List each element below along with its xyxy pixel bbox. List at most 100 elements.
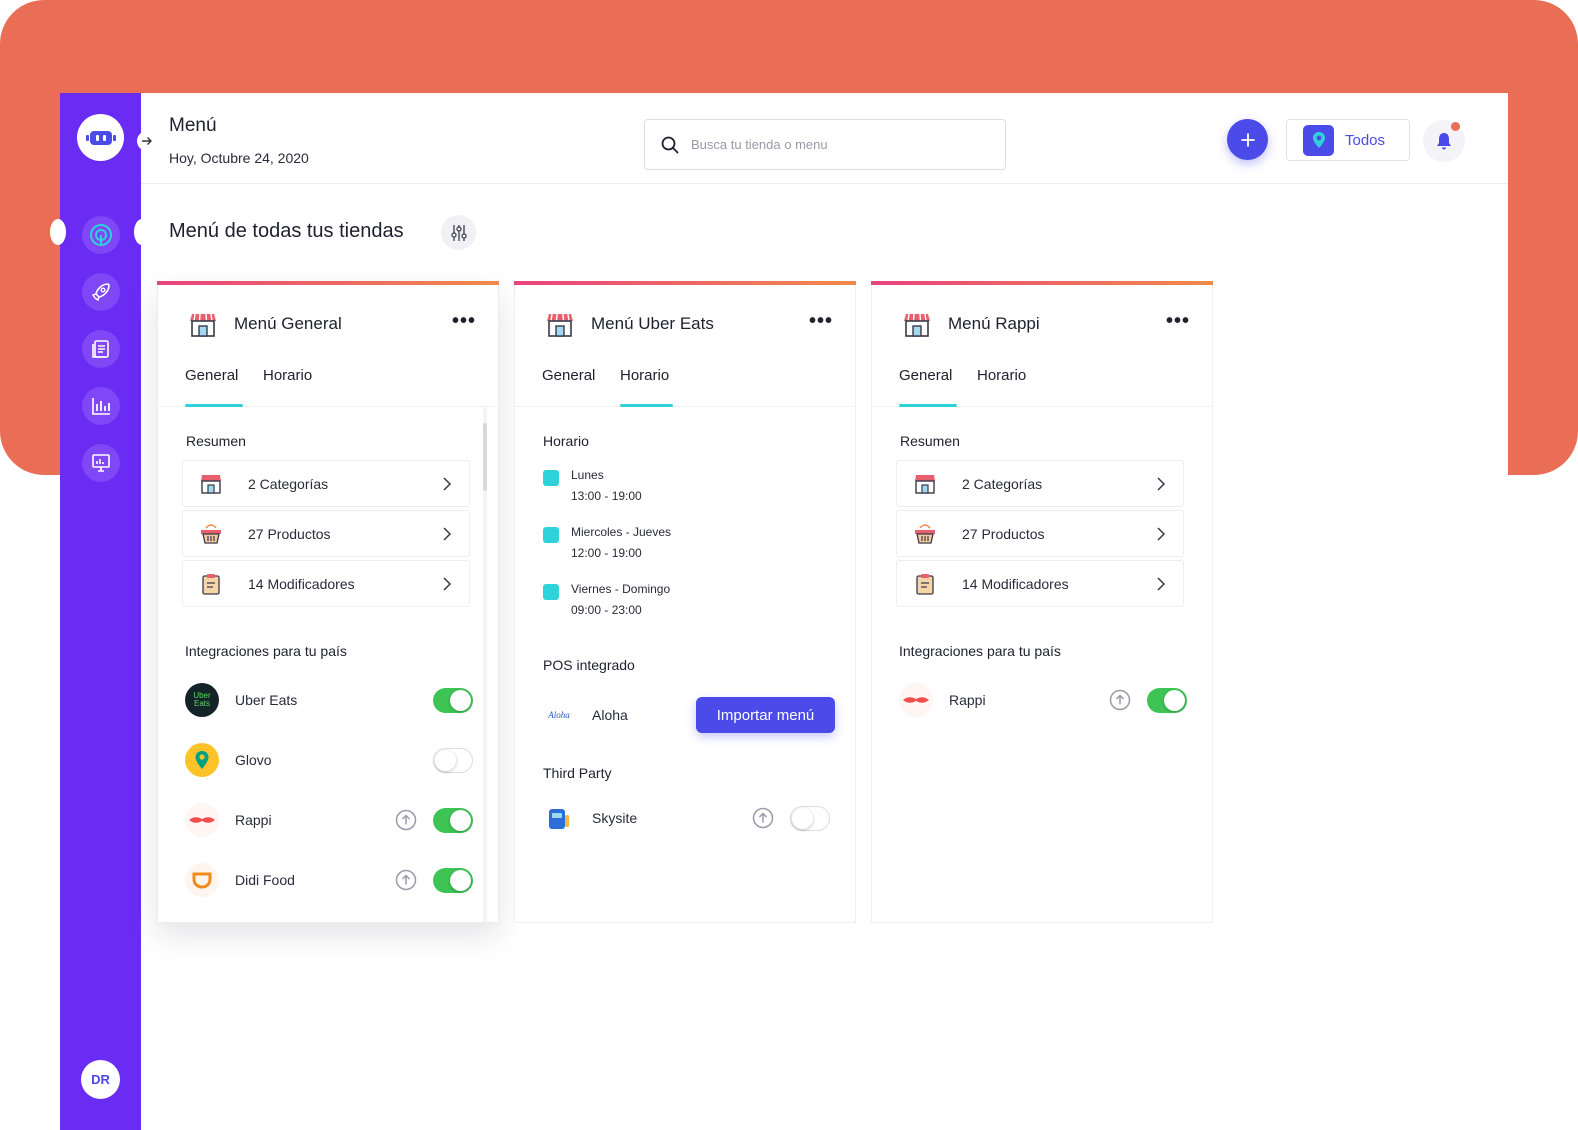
integration-row-rappi: Rappi xyxy=(185,802,473,838)
sidebar-item-dashboard[interactable] xyxy=(82,216,120,254)
schedule-day: Lunes xyxy=(571,468,604,482)
rappi-logo-icon xyxy=(899,683,933,717)
integration-toggle[interactable] xyxy=(1147,687,1187,713)
sliders-icon xyxy=(450,224,467,241)
didi-food-logo-icon xyxy=(185,863,219,897)
user-avatar[interactable]: DR xyxy=(81,1060,120,1099)
summary-row-modifiers[interactable]: 14 Modificadores xyxy=(182,560,470,607)
chart-icon xyxy=(92,398,110,415)
import-menu-button[interactable]: Importar menú xyxy=(696,697,835,733)
integration-name: Didi Food xyxy=(235,872,295,888)
card-accent-bar xyxy=(514,281,856,285)
dashboard-icon xyxy=(90,224,112,246)
app-logo[interactable] xyxy=(77,114,124,161)
summary-label: 27 Productos xyxy=(248,525,331,542)
chevron-right-icon xyxy=(1157,476,1166,491)
summary-row-categories[interactable]: 2 Categorías xyxy=(896,460,1184,507)
integration-toggle[interactable] xyxy=(433,807,473,833)
more-options-icon[interactable]: ••• xyxy=(809,310,833,333)
expand-sidebar-button[interactable] xyxy=(137,131,157,151)
presentation-icon xyxy=(92,454,110,472)
sidebar-item-menu[interactable] xyxy=(82,330,120,368)
integration-name: Rappi xyxy=(235,812,272,828)
store-icon xyxy=(547,313,573,337)
card-menu-uber-eats: Menú Uber Eats ••• General Horario Horar… xyxy=(514,281,856,923)
page-title: Menú xyxy=(169,115,217,136)
bell-icon xyxy=(1437,133,1451,150)
integration-toggle[interactable] xyxy=(433,747,473,773)
card-title: Menú Uber Eats xyxy=(591,314,714,333)
active-tab-indicator xyxy=(899,404,957,407)
schedule-time: 12:00 - 19:00 xyxy=(571,546,642,560)
store-filter-label: Todos xyxy=(1345,131,1386,149)
scrollbar[interactable] xyxy=(483,407,487,922)
glovo-logo-icon xyxy=(185,743,219,777)
summary-row-products[interactable]: 27 Productos xyxy=(182,510,470,557)
summary-label: 14 Modificadores xyxy=(962,575,1069,592)
store-icon xyxy=(201,474,221,494)
notifications-button[interactable] xyxy=(1423,120,1465,162)
third-party-title: Third Party xyxy=(543,765,612,781)
summary-title: Resumen xyxy=(186,433,246,449)
skysite-logo-icon xyxy=(542,801,576,835)
tab-horario[interactable]: Horario xyxy=(977,367,1026,384)
schedule-title: Horario xyxy=(543,433,589,449)
search-box[interactable] xyxy=(644,119,1006,170)
upload-icon[interactable] xyxy=(395,809,417,831)
integration-toggle[interactable] xyxy=(433,687,473,713)
card-menu-general: Menú General ••• General Horario Resumen… xyxy=(157,281,499,923)
store-icon xyxy=(190,313,216,337)
more-options-icon[interactable]: ••• xyxy=(452,310,476,333)
schedule-time: 09:00 - 23:00 xyxy=(571,603,642,617)
chevron-right-icon xyxy=(1157,576,1166,591)
card-accent-bar xyxy=(871,281,1213,285)
filter-settings-button[interactable] xyxy=(441,215,476,250)
card-title: Menú Rappi xyxy=(948,314,1040,333)
schedule-day: Miercoles - Jueves xyxy=(571,525,672,539)
active-indicator-right xyxy=(134,219,150,245)
chevron-right-icon xyxy=(443,476,452,491)
tab-general[interactable]: General xyxy=(542,367,595,384)
summary-label: 2 Categorías xyxy=(962,475,1043,492)
schedule-time: 13:00 - 19:00 xyxy=(571,489,642,503)
card-title: Menú General xyxy=(234,314,342,333)
rocket-icon xyxy=(91,283,110,302)
store-filter-button[interactable]: Todos xyxy=(1286,119,1410,161)
clipboard-icon xyxy=(202,573,220,595)
summary-row-products[interactable]: 27 Productos xyxy=(896,510,1184,557)
schedule-day: Viernes - Domingo xyxy=(571,582,671,596)
page-date: Hoy, Octubre 24, 2020 xyxy=(169,150,309,166)
more-options-icon[interactable]: ••• xyxy=(1166,310,1190,333)
summary-row-modifiers[interactable]: 14 Modificadores xyxy=(896,560,1184,607)
summary-row-categories[interactable]: 2 Categorías xyxy=(182,460,470,507)
integration-toggle[interactable] xyxy=(790,805,830,831)
sidebar-item-launch[interactable] xyxy=(82,273,120,311)
integration-toggle[interactable] xyxy=(433,867,473,893)
active-tab-indicator xyxy=(185,404,243,407)
search-input[interactable] xyxy=(691,137,981,152)
tab-general[interactable]: General xyxy=(185,367,238,384)
scrollbar-thumb[interactable] xyxy=(483,423,487,491)
upload-icon[interactable] xyxy=(1109,689,1131,711)
integrations-title: Integraciones para tu país xyxy=(185,643,347,659)
uber-eats-logo: Uber Eats xyxy=(185,683,219,717)
chevron-right-icon xyxy=(443,526,452,541)
sidebar-item-analytics[interactable] xyxy=(82,387,120,425)
integration-row-uber-eats: Uber Eats Uber Eats xyxy=(185,682,473,718)
sidebar-item-reports[interactable] xyxy=(82,444,120,482)
add-button[interactable] xyxy=(1227,119,1268,160)
integrations-title: Integraciones para tu país xyxy=(899,643,1061,659)
integration-row-glovo: Glovo xyxy=(185,742,473,778)
tab-horario[interactable]: Horario xyxy=(620,367,669,384)
app-window: DR Menú Hoy, Octubre 24, 2020 To xyxy=(50,93,1508,1130)
upload-icon[interactable] xyxy=(752,807,774,829)
tab-general[interactable]: General xyxy=(899,367,952,384)
summary-label: 2 Categorías xyxy=(248,475,329,492)
arrow-right-icon xyxy=(142,137,152,145)
card-menu-rappi: Menú Rappi ••• General Horario Resumen 2… xyxy=(871,281,1213,923)
tab-horario[interactable]: Horario xyxy=(263,367,312,384)
chevron-right-icon xyxy=(443,576,452,591)
upload-icon[interactable] xyxy=(395,869,417,891)
integration-name: Uber Eats xyxy=(235,692,298,708)
summary-label: 27 Productos xyxy=(962,525,1045,542)
